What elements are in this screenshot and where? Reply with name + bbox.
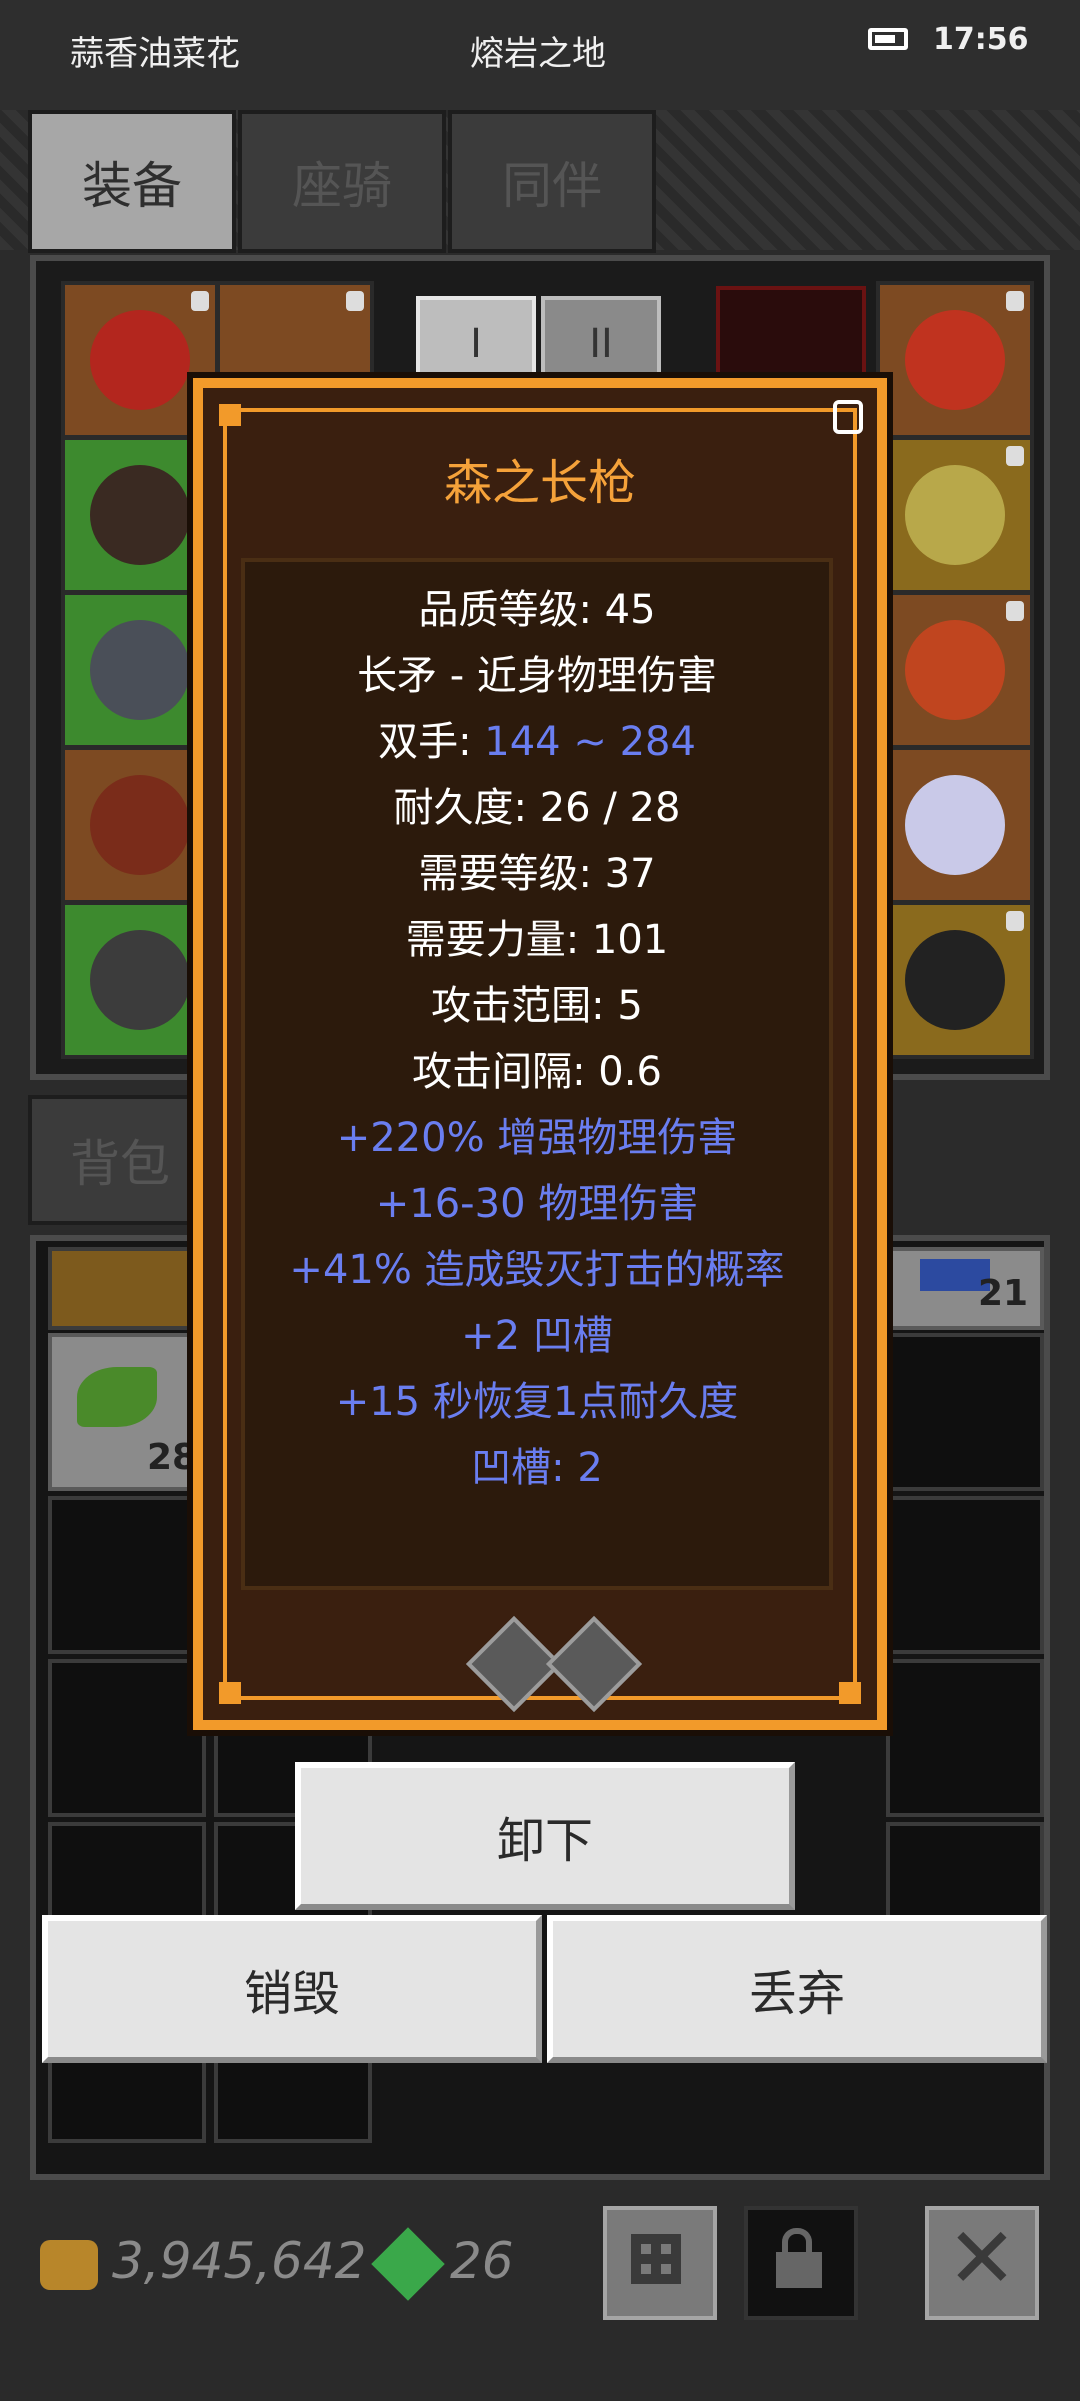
tab-mount[interactable]: 座骑 [238, 110, 446, 253]
stat-attack-interval: 攻击间隔: 0.6 [412, 1049, 662, 1095]
bag-slot-empty[interactable] [886, 1659, 1044, 1817]
gold-amount: 3,945,642 [112, 2232, 367, 2290]
grid-pattern [631, 2234, 681, 2284]
bag-slot-empty[interactable] [48, 1659, 206, 1817]
affix-line: +41% 造成毁灭打击的概率 [289, 1247, 785, 1293]
status-bar: 蒜香油菜花 熔岩之地 17:56 [0, 0, 1080, 110]
boots-icon [90, 930, 190, 1030]
discard-label: 丢弃 [748, 1966, 845, 2022]
status-time: 17:56 [933, 22, 1029, 57]
item-tooltip: 森之长枪 品质等级: 45 长矛 - 近身物理伤害 双手: 144 ~ 284 … [193, 378, 887, 1730]
lock-icon[interactable] [744, 2206, 858, 2320]
stat-label: 双手: [378, 719, 485, 765]
lock-icon [1006, 291, 1024, 311]
gloves-icon [90, 775, 190, 875]
equip-slot-ring-1[interactable] [876, 436, 1034, 594]
status-center-text: 熔岩之地 [470, 34, 606, 74]
page-button-1-label: I [470, 320, 482, 367]
affix-line: +16-30 物理伤害 [375, 1181, 699, 1227]
charm-icon [905, 775, 1005, 875]
page-button-2-label: II [589, 320, 613, 367]
lock-body [776, 2252, 822, 2288]
stat-durability: 耐久度: 26 / 28 [393, 785, 681, 831]
equip-slot-amulet[interactable] [876, 281, 1034, 439]
status-left-text: 蒜香油菜花 [70, 34, 240, 74]
tab-mount-label: 座骑 [292, 156, 392, 215]
tab-companion-label: 同伴 [502, 156, 602, 215]
bomb-icon [90, 620, 190, 720]
bag-slot-empty[interactable] [886, 1333, 1044, 1491]
gem-icon [371, 2227, 445, 2301]
item-count: 28 [147, 1437, 198, 1478]
lock-icon [1006, 446, 1024, 466]
bottom-bar: 3,945,642 26 ✕ [0, 2190, 1080, 2401]
discard-button[interactable]: 丢弃 [547, 1915, 1047, 2063]
lock-shackle [782, 2228, 812, 2254]
unequip-button[interactable]: 卸下 [295, 1762, 795, 1910]
lock-icon [1006, 601, 1024, 621]
tab-bag-label: 背包 ( [70, 1135, 206, 1193]
destroy-label: 销毁 [243, 1966, 340, 2022]
affix-line: +15 秒恢复1点耐久度 [335, 1379, 739, 1425]
close-icon[interactable]: ✕ [925, 2206, 1039, 2320]
lock-icon [1006, 911, 1024, 931]
stat-attack-range: 攻击范围: 5 [431, 983, 643, 1029]
equip-slot-belt[interactable] [876, 901, 1034, 1059]
stat-weapon-type: 长矛 - 近身物理伤害 [357, 653, 717, 699]
ring-icon [905, 620, 1005, 720]
equip-slot-ring-2[interactable] [876, 591, 1034, 749]
affix-line: +220% 增强物理伤害 [336, 1115, 738, 1161]
helmet-icon [90, 310, 190, 410]
stat-quality-level: 品质等级: 45 [418, 587, 656, 633]
affix-line: +2 凹槽 [461, 1313, 613, 1359]
stat-value: 144 ~ 284 [484, 719, 696, 765]
bag-slot-scroll[interactable]: 21 [886, 1247, 1044, 1330]
page-button-1[interactable]: I [416, 296, 536, 391]
belt-icon [905, 930, 1005, 1030]
item-name: 森之长枪 [443, 455, 636, 511]
corner-ornament [219, 404, 241, 426]
equip-slot-charm[interactable] [876, 746, 1034, 904]
destroy-button[interactable]: 销毁 [42, 1915, 542, 2063]
bag-slot-empty[interactable] [48, 1496, 206, 1654]
gold-coins-icon [40, 2240, 98, 2290]
stat-two-handed-damage: 双手: 144 ~ 284 [245, 709, 829, 767]
stat-required-strength: 需要力量: 101 [405, 917, 669, 963]
tab-companion[interactable]: 同伴 [448, 110, 656, 253]
amulet-icon [905, 310, 1005, 410]
ring-icon [905, 465, 1005, 565]
page-button-2[interactable]: II [541, 296, 661, 391]
lock-icon [191, 291, 209, 311]
grid-icon[interactable] [603, 2206, 717, 2320]
bag-slot-item[interactable] [48, 1247, 206, 1330]
leaf-icon [77, 1367, 157, 1427]
battery-icon [868, 28, 908, 50]
tab-equipment[interactable]: 装备 [28, 110, 236, 253]
stat-required-level: 需要等级: 37 [418, 851, 656, 897]
item-stats-panel: 品质等级: 45 长矛 - 近身物理伤害 双手: 144 ~ 284 耐久度: … [241, 558, 833, 1590]
bag-slot-leaf[interactable]: 28 [48, 1333, 206, 1491]
item-count: 21 [978, 1273, 1029, 1314]
corner-ornament [219, 1682, 241, 1704]
corner-ornament [839, 1682, 861, 1704]
lock-icon[interactable] [833, 400, 863, 434]
gem-amount: 26 [450, 2232, 514, 2290]
bag-slot-empty[interactable] [886, 1496, 1044, 1654]
unequip-label: 卸下 [496, 1813, 593, 1869]
armor-icon [90, 465, 190, 565]
affix-sockets: 凹槽: 2 [471, 1445, 603, 1491]
tab-equipment-label: 装备 [82, 156, 182, 215]
lock-icon [346, 291, 364, 311]
